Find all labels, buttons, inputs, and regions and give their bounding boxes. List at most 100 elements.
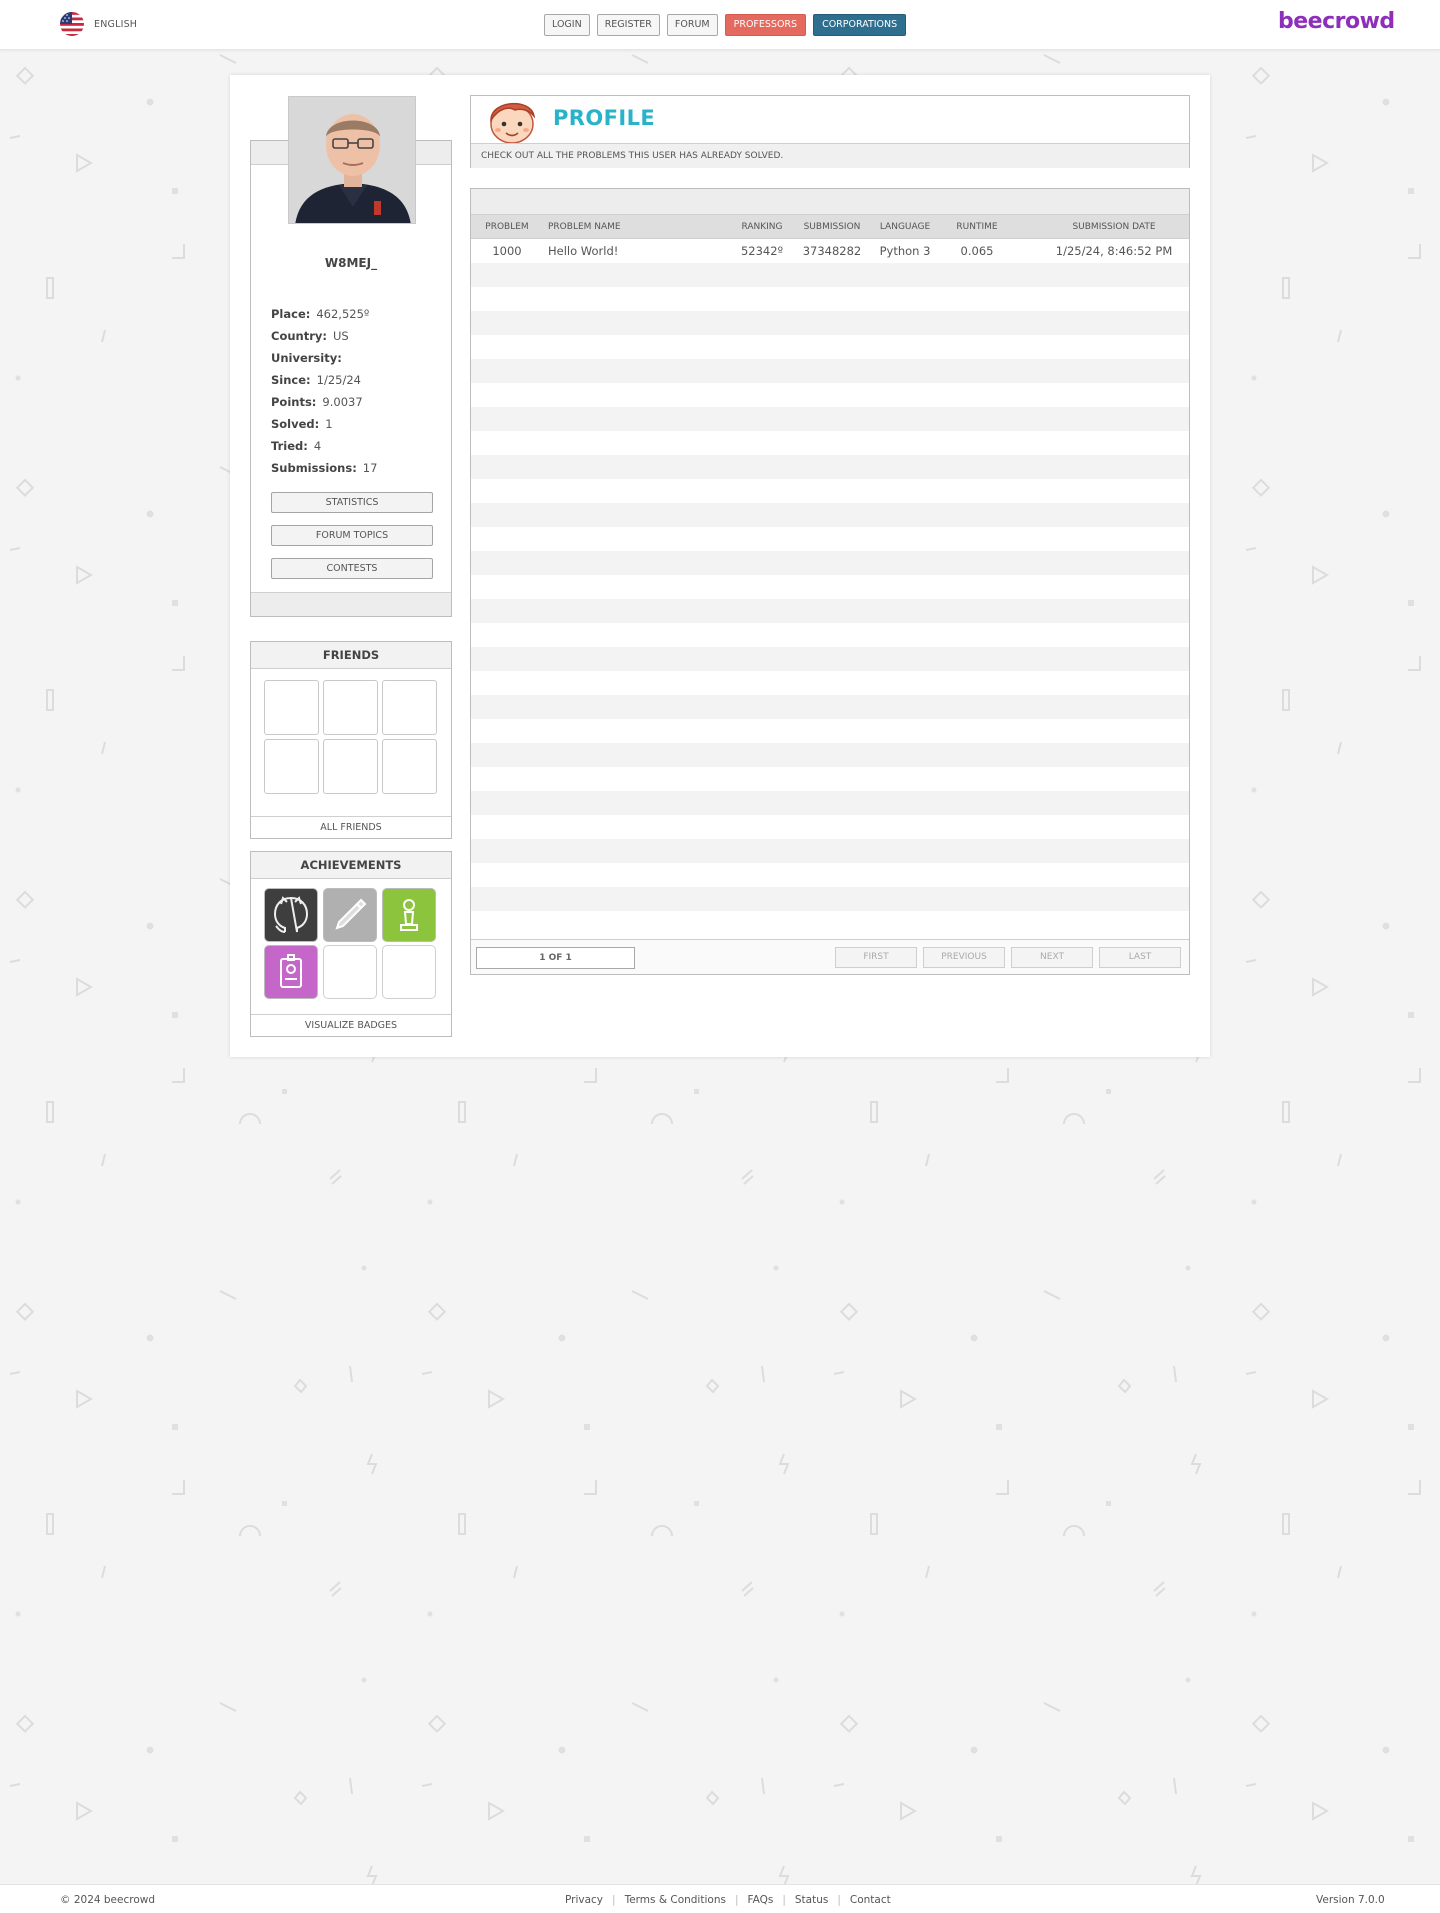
empty-table-row (471, 335, 1189, 359)
col-submission-date: SUBMISSION DATE (1072, 222, 1156, 232)
first-page-button[interactable]: FIRST (835, 947, 917, 968)
info-value: 17 (362, 461, 378, 475)
empty-badge-slot (323, 945, 377, 999)
cell-problem[interactable]: 1000 (479, 239, 535, 263)
visualize-badges-link[interactable]: VISUALIZE BADGES (251, 1014, 451, 1036)
cell-submission-date: 1/25/24, 8:46:52 PM (1055, 244, 1173, 258)
achievements-box: ACHIEVEMENTS VISUALIZE BADGES (250, 851, 452, 1037)
table-top-bar (471, 189, 1189, 215)
id-card-badge-icon[interactable] (264, 945, 318, 999)
cell-problem-name[interactable]: Hello World! (548, 239, 718, 263)
empty-table-row (471, 527, 1189, 551)
mascot-icon (485, 96, 537, 144)
table-body: 1000 Hello World! 52342º 37348282 Python… (471, 239, 1189, 935)
empty-table-row (471, 383, 1189, 407)
chess-pawn-badge-icon[interactable] (382, 888, 436, 942)
empty-table-row (471, 839, 1189, 863)
table-row[interactable]: 1000 Hello World! 52342º 37348282 Python… (471, 239, 1189, 263)
info-key: Points: (271, 395, 317, 409)
status-link[interactable]: Status (795, 1894, 828, 1906)
info-country: Country: US (271, 325, 377, 347)
empty-table-row (471, 911, 1189, 935)
col-ranking: RANKING (741, 222, 783, 232)
empty-table-row (471, 311, 1189, 335)
language-label: ENGLISH (94, 18, 138, 30)
brand-logo[interactable]: beecrowd (1278, 9, 1395, 34)
info-value: US (332, 329, 349, 343)
info-university: University: (271, 347, 377, 369)
info-points: Points: 9.0037 (271, 391, 377, 413)
info-place: Place: 462,525º (271, 303, 377, 325)
last-page-button[interactable]: LAST (1099, 947, 1181, 968)
corporations-button[interactable]: CORPORATIONS (813, 14, 907, 36)
empty-table-row (471, 503, 1189, 527)
empty-table-row (471, 455, 1189, 479)
achievements-title: ACHIEVEMENTS (251, 852, 451, 879)
statistics-button[interactable]: STATISTICS (271, 492, 433, 513)
friend-slot (264, 680, 319, 735)
register-button[interactable]: REGISTER (596, 14, 660, 36)
empty-badge-slot (382, 945, 436, 999)
username: W8MEJ_ (324, 256, 378, 270)
friends-box: FRIENDS ALL FRIENDS (250, 641, 452, 839)
cell-runtime: 0.065 (960, 244, 994, 258)
forum-topics-button[interactable]: FORUM TOPICS (271, 525, 433, 546)
contests-button[interactable]: CONTESTS (271, 558, 433, 579)
friend-slot (323, 739, 378, 794)
empty-table-row (471, 647, 1189, 671)
cell-submission[interactable]: 37348282 (799, 239, 865, 263)
all-friends-link[interactable]: ALL FRIENDS (251, 816, 451, 838)
empty-table-row (471, 431, 1189, 455)
info-tried: Tried: 4 (271, 435, 377, 457)
empty-table-row (471, 863, 1189, 887)
empty-table-row (471, 767, 1189, 791)
footer-separator: | (612, 1894, 616, 1906)
privacy-link[interactable]: Privacy (565, 1894, 603, 1906)
info-key: Submissions: (271, 461, 357, 475)
empty-table-row (471, 551, 1189, 575)
empty-table-row (471, 479, 1189, 503)
language-selector[interactable]: ENGLISH (60, 12, 137, 36)
empty-table-row (471, 671, 1189, 695)
next-page-button[interactable]: NEXT (1011, 947, 1093, 968)
faqs-link[interactable]: FAQs (748, 1894, 774, 1906)
info-key: Since: (271, 373, 311, 387)
friend-slot (382, 739, 437, 794)
github-badge-icon[interactable] (264, 888, 318, 942)
footer-links: Privacy | Terms & Conditions | FAQs | Statu… (565, 1894, 891, 1906)
empty-table-row (471, 575, 1189, 599)
cell-language: Python 3 (879, 244, 931, 258)
forum-button[interactable]: FORUM (666, 14, 718, 36)
top-header: ENGLISH LOGIN REGISTER FORUM PROFESSORS … (0, 0, 1440, 50)
friends-title: FRIENDS (251, 642, 451, 669)
info-value: 1 (325, 417, 333, 431)
empty-table-row (471, 263, 1189, 287)
page-footer: © 2024 beecrowd Privacy | Terms & Conditi… (0, 1884, 1440, 1913)
friends-grid (264, 680, 437, 794)
empty-table-row (471, 359, 1189, 383)
info-value: 4 (313, 439, 322, 453)
info-solved: Solved: 1 (271, 413, 377, 435)
profile-header: PROFILE CHECK OUT ALL THE PROBLEMS THIS … (470, 95, 1190, 168)
badges-grid (264, 888, 437, 999)
empty-table-row (471, 791, 1189, 815)
info-since: Since: 1/25/24 (271, 369, 377, 391)
info-key: Tried: (271, 439, 308, 453)
col-language: LANGUAGE (879, 222, 931, 232)
main-nav: LOGIN REGISTER FORUM PROFESSORS CORPORAT… (544, 14, 907, 36)
empty-table-row (471, 743, 1189, 767)
empty-table-row (471, 287, 1189, 311)
professors-button[interactable]: PROFESSORS (724, 14, 807, 36)
empty-table-row (471, 695, 1189, 719)
empty-table-row (471, 719, 1189, 743)
login-button[interactable]: LOGIN (544, 14, 590, 36)
previous-page-button[interactable]: PREVIOUS (923, 947, 1005, 968)
copyright: © 2024 beecrowd (60, 1894, 156, 1906)
terms-link[interactable]: Terms & Conditions (625, 1894, 726, 1906)
empty-table-row (471, 887, 1189, 911)
info-value: 462,525º (316, 307, 370, 321)
info-value: 1/25/24 (316, 373, 361, 387)
info-key: Country: (271, 329, 327, 343)
contact-link[interactable]: Contact (850, 1894, 891, 1906)
pencil-badge-icon[interactable] (323, 888, 377, 942)
